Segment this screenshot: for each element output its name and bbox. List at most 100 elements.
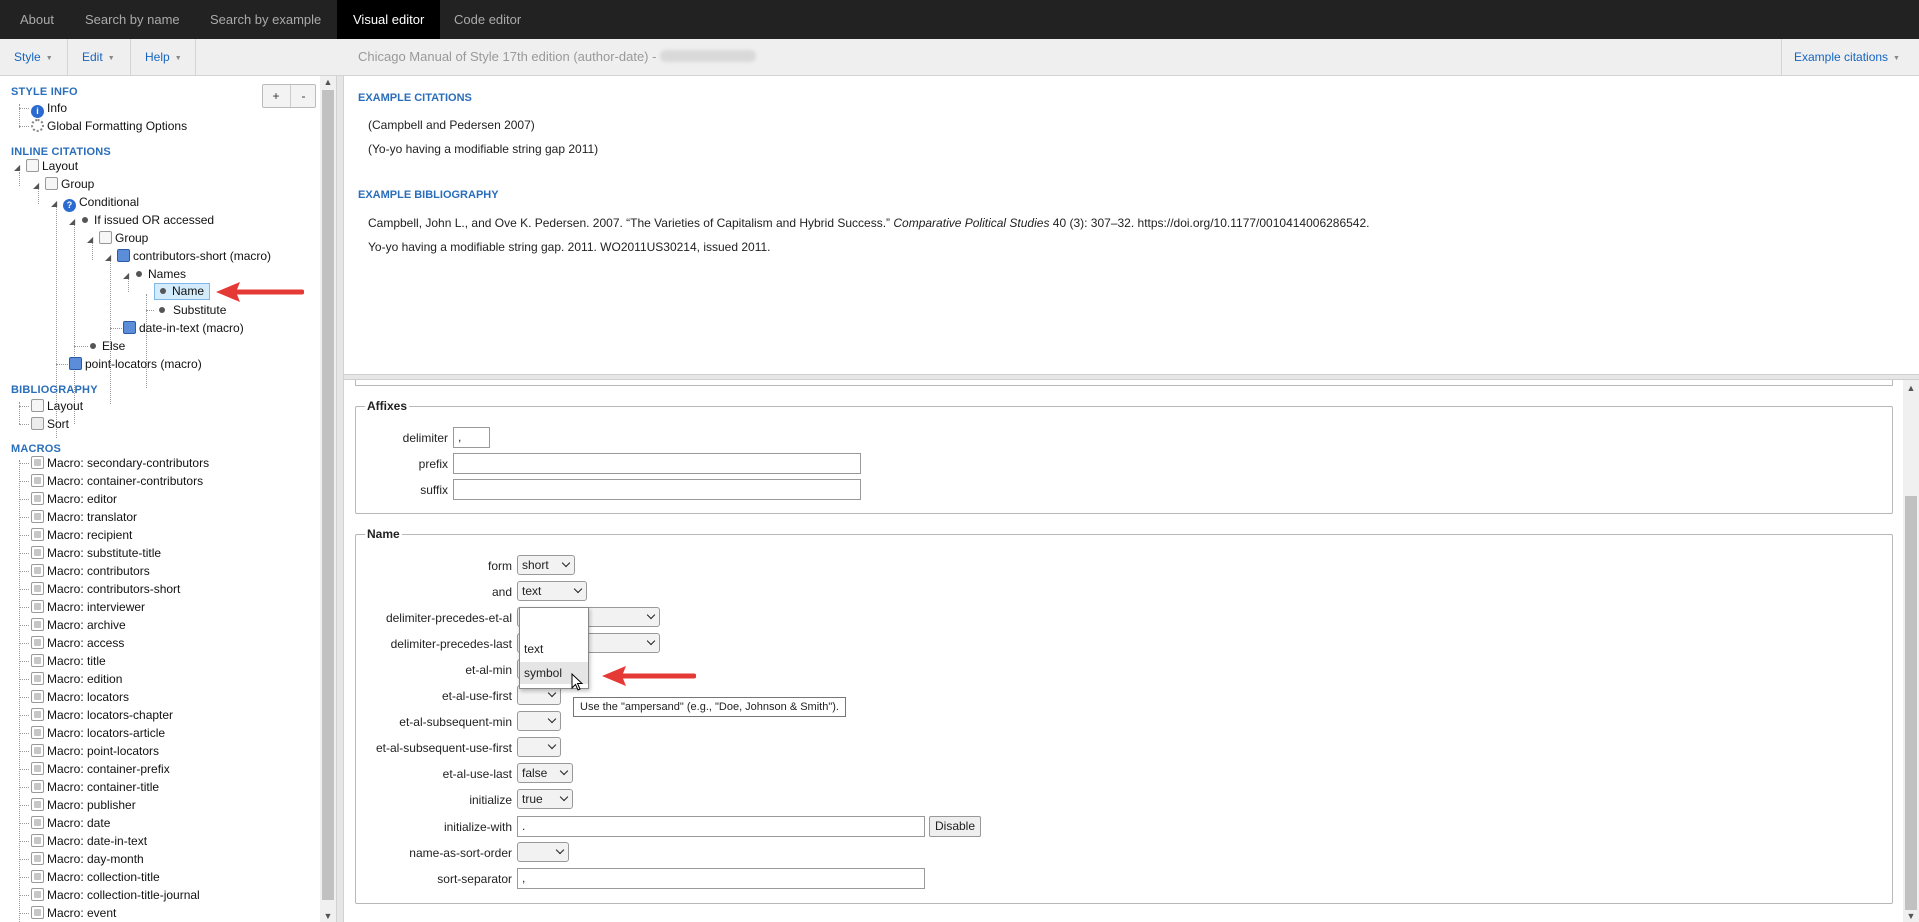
et-al-use-last-select[interactable]: false <box>517 763 573 783</box>
help-menu[interactable]: Help ▼ <box>133 39 194 75</box>
tree-node-if-issued[interactable]: ◢ If issued OR accessed <box>69 212 214 228</box>
tree-line <box>56 364 70 365</box>
tree-node-bib-sort[interactable]: Sort <box>31 416 69 432</box>
tree-node-conditional[interactable]: ◢? Conditional <box>51 194 139 212</box>
sort-separator-input[interactable]: , <box>517 868 925 889</box>
divider <box>195 39 196 75</box>
example-citation: (Yo-yo having a modifiable string gap 20… <box>368 142 599 156</box>
tree-node-substitute[interactable]: Substitute <box>154 302 226 318</box>
tree-node-macro[interactable]: Macro: access <box>31 635 124 651</box>
name-as-sort-order-select[interactable] <box>517 842 569 862</box>
tree-scrollbar[interactable]: ▲ ▼ <box>320 76 336 922</box>
tree-node-macro[interactable]: Macro: editor <box>31 491 117 507</box>
tree-line <box>19 823 29 824</box>
scroll-up-icon[interactable]: ▲ <box>1903 382 1919 394</box>
initialize-with-input[interactable]: . <box>517 816 925 837</box>
tab-code-editor[interactable]: Code editor <box>438 0 537 39</box>
tree-line <box>19 553 29 554</box>
tree-node-group-2[interactable]: ◢ Group <box>87 230 148 246</box>
edit-menu[interactable]: Edit ▼ <box>70 39 127 75</box>
tab-visual-editor[interactable]: Visual editor <box>337 0 441 39</box>
tab-about[interactable]: About <box>4 0 70 39</box>
et-al-subsequent-use-first-select[interactable] <box>517 737 561 757</box>
tree-node-macro[interactable]: Macro: point-locators <box>31 743 159 759</box>
style-menu[interactable]: Style ▼ <box>2 39 65 75</box>
tree-node-macro[interactable]: Macro: substitute-title <box>31 545 161 561</box>
tree-node-macro[interactable]: Macro: contributors <box>31 563 150 579</box>
scroll-down-icon[interactable]: ▼ <box>320 910 336 922</box>
tree-node-macro[interactable]: Macro: locators-article <box>31 725 165 741</box>
tree-line <box>19 787 29 788</box>
tab-search-by-name[interactable]: Search by name <box>69 0 196 39</box>
tree-node-macro[interactable]: Macro: collection-title <box>31 869 160 885</box>
tree-node-macro[interactable]: Macro: date-in-text <box>31 833 147 849</box>
tree-node-macro[interactable]: Macro: locators <box>31 689 129 705</box>
et-al-use-last-label: et-al-use-last <box>442 767 512 781</box>
tree-node-macro[interactable]: Macro: collection-title-journal <box>31 887 200 903</box>
macro-icon <box>31 456 44 469</box>
tree-node-macro[interactable]: Macro: event <box>31 905 116 921</box>
tree-node-label: Macro: contributors-short <box>47 582 181 596</box>
and-option-text[interactable]: text <box>520 638 588 660</box>
form-select[interactable]: short <box>517 555 575 575</box>
tree-node-bib-layout[interactable]: Layout <box>31 398 83 414</box>
tree-node-macro[interactable]: Macro: day-month <box>31 851 144 867</box>
tree-node-else[interactable]: Else <box>87 338 125 354</box>
tree-node-label: contributors-short (macro) <box>133 249 272 263</box>
tree-node-macro[interactable]: Macro: archive <box>31 617 126 633</box>
tree-node-macro[interactable]: Macro: title <box>31 653 106 669</box>
tree-node-info[interactable]: i Info <box>31 100 67 118</box>
macro-icon <box>31 816 44 829</box>
scroll-down-icon[interactable]: ▼ <box>1903 910 1919 922</box>
tree-node-point-locators[interactable]: point-locators (macro) <box>69 356 202 372</box>
tree-node-macro[interactable]: Macro: edition <box>31 671 122 687</box>
tree-node-macro[interactable]: Macro: interviewer <box>31 599 145 615</box>
prefix-input[interactable] <box>453 453 861 474</box>
initialize-select[interactable]: true <box>517 789 573 809</box>
chevron-down-icon <box>646 610 656 620</box>
tree-line <box>146 294 147 388</box>
tree-node-macro[interactable]: Macro: date <box>31 815 110 831</box>
tree-node-macro[interactable]: Macro: recipient <box>31 527 132 543</box>
tree-node-macro[interactable]: Macro: secondary-contributors <box>31 455 209 471</box>
tree-node-macro[interactable]: Macro: container-title <box>31 779 159 795</box>
example-citations-menu[interactable]: Example citations ▼ <box>1782 39 1912 75</box>
scrollbar-thumb[interactable] <box>322 90 334 900</box>
tree-node-macro[interactable]: Macro: container-contributors <box>31 473 203 489</box>
tree-node-names[interactable]: ◢ Names <box>123 266 186 282</box>
delimiter-input[interactable]: , <box>453 427 490 448</box>
section-bibliography: BIBLIOGRAPHY <box>11 384 98 396</box>
scrollbar-thumb[interactable] <box>1905 496 1917 910</box>
disable-button[interactable]: Disable <box>929 816 982 837</box>
tree-node-macro[interactable]: Macro: container-prefix <box>31 761 170 777</box>
pane-splitter[interactable] <box>336 76 344 922</box>
macro-icon <box>31 636 44 649</box>
macro-icon <box>31 852 44 865</box>
tree-node-macro[interactable]: Macro: contributors-short <box>31 581 180 597</box>
tree-node-global-formatting[interactable]: Global Formatting Options <box>31 118 187 134</box>
tab-search-by-example[interactable]: Search by example <box>194 0 337 39</box>
style-title-text: Chicago Manual of Style 17th edition (au… <box>358 49 657 64</box>
tree-line <box>19 499 29 500</box>
and-option-empty[interactable] <box>520 612 588 634</box>
expand-all-button[interactable]: + <box>263 85 289 107</box>
collapse-triangle-icon: ◢ <box>51 199 58 208</box>
collapse-all-button[interactable]: - <box>290 85 316 107</box>
suffix-input[interactable] <box>453 479 861 500</box>
tree-node-group[interactable]: ◢ Group <box>33 176 94 192</box>
et-al-subsequent-min-select[interactable] <box>517 711 561 731</box>
tree-node-date-in-text[interactable]: date-in-text (macro) <box>123 320 244 336</box>
scroll-up-icon[interactable]: ▲ <box>320 76 336 88</box>
chevron-down-icon: ▼ <box>107 55 115 62</box>
tree-node-macro[interactable]: Macro: locators-chapter <box>31 707 173 723</box>
tree-node-layout[interactable]: ◢ Layout <box>14 158 78 174</box>
question-icon: ? <box>63 199 76 212</box>
macro-icon <box>31 870 44 883</box>
tree-node-contributors-short[interactable]: ◢ contributors-short (macro) <box>105 248 271 264</box>
and-select[interactable]: text <box>517 581 587 601</box>
properties-scrollbar[interactable]: ▲ ▼ <box>1903 380 1919 922</box>
tree-node-name[interactable]: Name <box>154 283 211 300</box>
tree-node-macro[interactable]: Macro: publisher <box>31 797 136 813</box>
tree-node-macro[interactable]: Macro: translator <box>31 509 137 525</box>
collapse-triangle-icon: ◢ <box>87 235 94 244</box>
